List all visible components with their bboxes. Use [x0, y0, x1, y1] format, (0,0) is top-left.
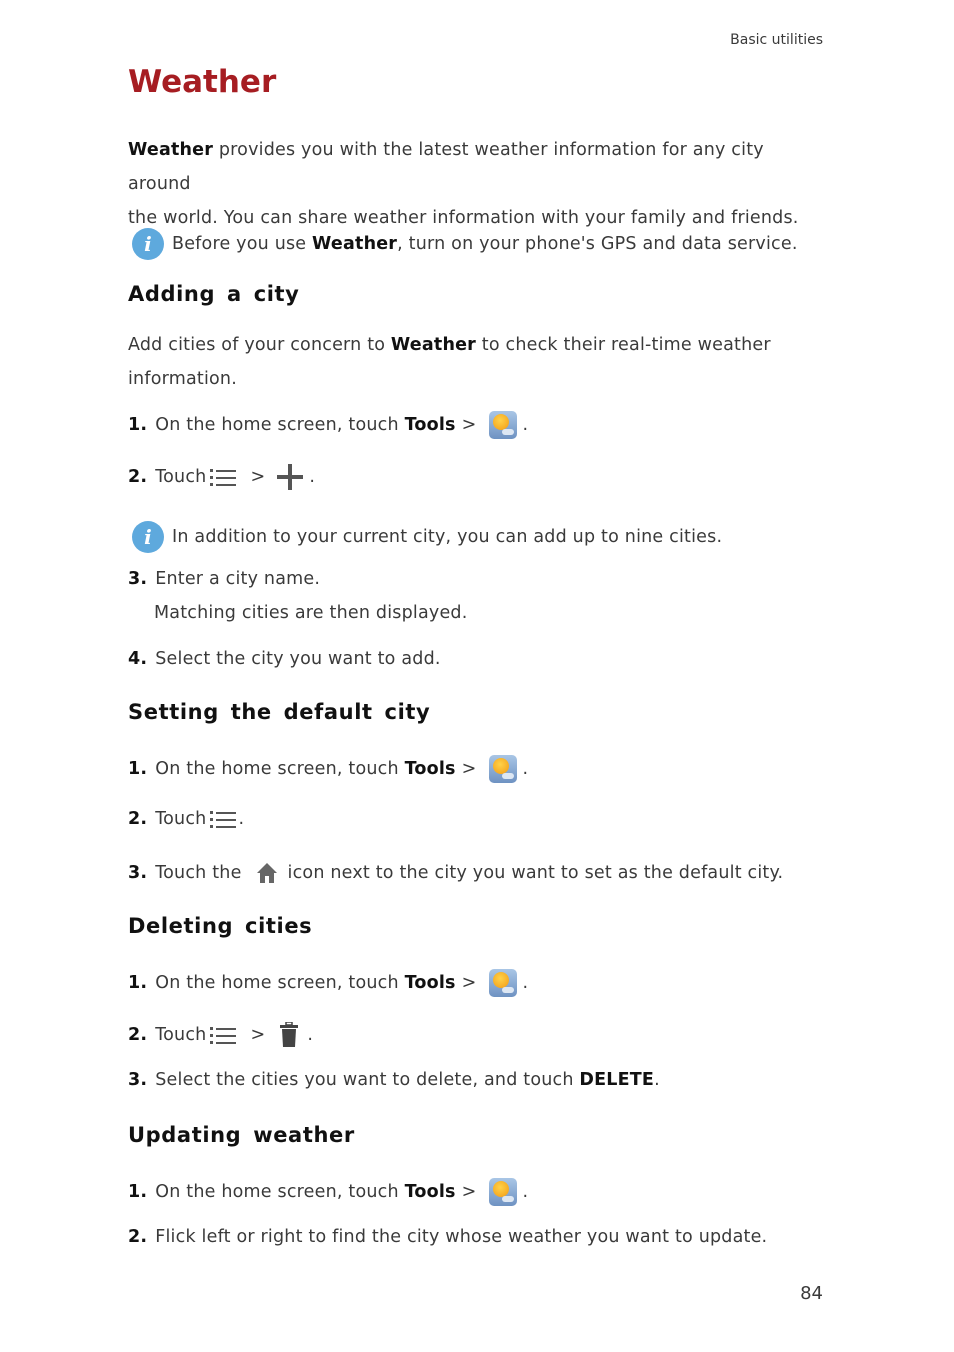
- note-text: Before you use Weather, turn on your pho…: [172, 234, 798, 254]
- adding-step-1: 1. On the home screen, touch Tools > .: [128, 411, 528, 439]
- home-icon: [256, 863, 277, 883]
- trash-icon: [280, 1022, 299, 1047]
- info-icon: i: [132, 228, 164, 260]
- adding-step-2: 2. Touch > .: [128, 464, 315, 490]
- adding-step-3: 3. Enter a city name.: [128, 569, 321, 589]
- intro-text: provides you with the latest weather inf…: [128, 140, 764, 194]
- default-step-3: 3. Touch the icon next to the city you w…: [128, 863, 784, 883]
- note-gps: i Before you use Weather, turn on your p…: [132, 228, 798, 260]
- page-number: 84: [800, 1283, 823, 1304]
- info-icon: i: [132, 521, 164, 553]
- intro-bold: Weather: [128, 140, 214, 160]
- weather-app-icon: [488, 969, 517, 997]
- default-step-1: 1. On the home screen, touch Tools > .: [128, 755, 528, 783]
- deleting-step-1: 1. On the home screen, touch Tools > .: [128, 969, 528, 997]
- menu-icon: [210, 809, 238, 829]
- heading-deleting-cities: Deleting cities: [128, 914, 313, 938]
- note-nine-cities: i In addition to your current city, you …: [132, 521, 722, 553]
- default-step-2: 2. Touch .: [128, 809, 245, 829]
- intro-text-2: the world. You can share weather informa…: [128, 208, 799, 228]
- adding-step-3-sub: Matching cities are then displayed.: [154, 603, 468, 623]
- deleting-step-2: 2. Touch > .: [128, 1022, 313, 1048]
- adding-step-4: 4. Select the city you want to add.: [128, 649, 441, 669]
- heading-adding-city: Adding a city: [128, 282, 300, 306]
- updating-step-1: 1. On the home screen, touch Tools > .: [128, 1178, 528, 1206]
- weather-app-icon: [488, 1178, 517, 1206]
- heading-default-city: Setting the default city: [128, 700, 431, 724]
- updating-step-2: 2. Flick left or right to find the city …: [128, 1227, 768, 1247]
- weather-app-icon: [488, 411, 517, 439]
- adding-paragraph: Add cities of your concern to Weather to…: [128, 335, 771, 389]
- note-text: In addition to your current city, you ca…: [172, 527, 723, 547]
- page-title: Weather: [128, 64, 277, 100]
- weather-app-icon: [488, 755, 517, 783]
- intro-paragraph: Weather provides you with the latest wea…: [128, 133, 828, 235]
- menu-icon: [210, 467, 238, 487]
- plus-icon: [277, 464, 304, 490]
- heading-updating-weather: Updating weather: [128, 1123, 355, 1147]
- menu-icon: [210, 1025, 238, 1045]
- running-header: Basic utilities: [730, 32, 823, 48]
- deleting-step-3: 3. Select the cities you want to delete,…: [128, 1070, 660, 1090]
